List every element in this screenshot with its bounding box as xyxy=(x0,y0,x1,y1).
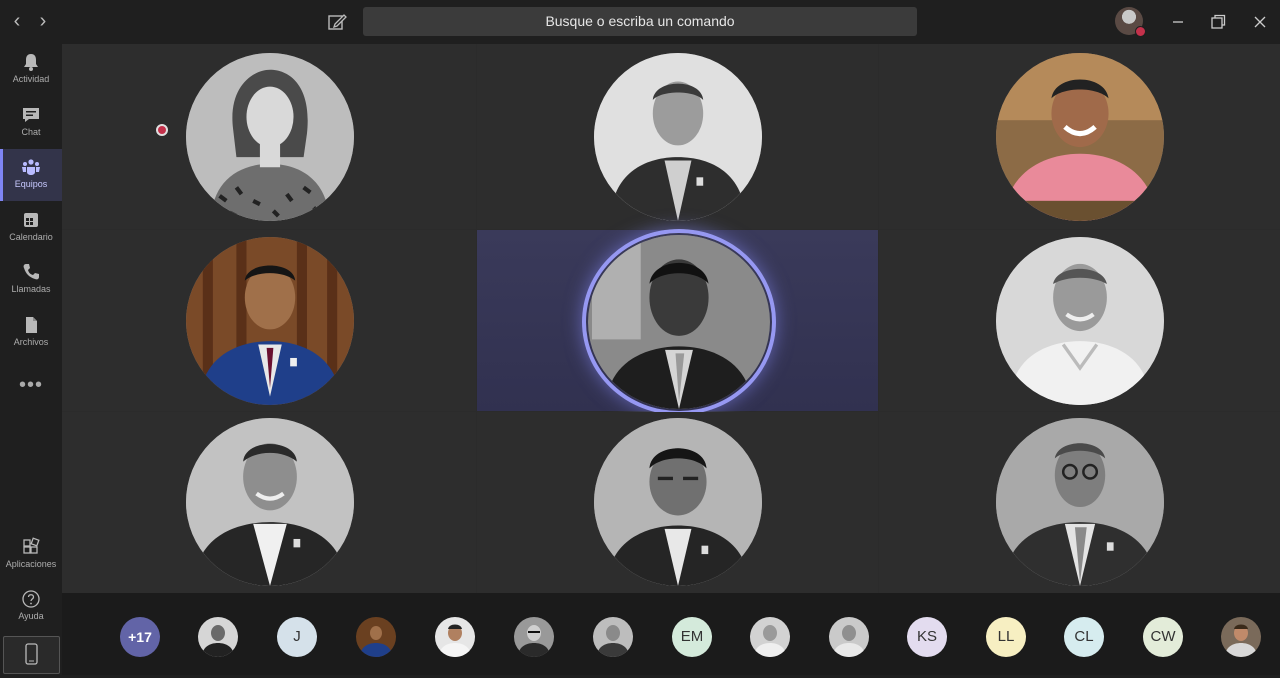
teams-icon xyxy=(21,157,41,177)
roster-avatar-initials[interactable]: KS xyxy=(907,617,947,657)
rail-item-teams[interactable]: Equipos xyxy=(0,149,62,201)
roster-avatar-photo[interactable] xyxy=(750,617,790,657)
chat-icon xyxy=(21,105,41,125)
files-icon xyxy=(21,315,41,335)
participant-tile[interactable] xyxy=(62,44,476,229)
participant-tile[interactable] xyxy=(879,230,1280,411)
bell-icon xyxy=(21,52,41,72)
app-rail: Actividad Chat Equipos Calendario Llamad… xyxy=(0,44,62,675)
apps-icon xyxy=(21,537,41,557)
participant-avatar xyxy=(594,418,762,586)
rail-item-label: Chat xyxy=(21,127,41,137)
rail-item-files[interactable]: Archivos xyxy=(0,307,62,359)
roster-avatar-photo[interactable] xyxy=(593,617,633,657)
participant-avatar xyxy=(186,418,354,586)
rail-item-label: Ayuda xyxy=(18,611,44,621)
help-icon xyxy=(21,589,41,609)
roster-avatar-initials[interactable]: J xyxy=(277,617,317,657)
roster-avatar-photo[interactable] xyxy=(198,617,238,657)
roster-avatar-photo[interactable] xyxy=(514,617,554,657)
participant-tile[interactable] xyxy=(879,412,1280,593)
minimize-icon[interactable] xyxy=(1168,12,1188,32)
chevron-right-icon[interactable]: › xyxy=(32,10,54,32)
participant-avatar xyxy=(186,237,354,405)
rail-item-label: Calendario xyxy=(9,232,53,242)
rail-item-help[interactable]: Ayuda xyxy=(0,581,62,633)
roster-avatar-initials[interactable]: EM xyxy=(672,617,712,657)
participant-tile[interactable] xyxy=(879,44,1280,229)
rail-item-label: Actividad xyxy=(12,74,50,84)
mobile-device-icon[interactable] xyxy=(3,636,60,674)
compose-icon[interactable] xyxy=(326,11,348,33)
participant-tile[interactable] xyxy=(62,412,476,593)
more-apps-icon[interactable]: ••• xyxy=(0,374,62,397)
participant-avatar xyxy=(996,237,1164,405)
participant-avatar xyxy=(996,418,1164,586)
close-icon[interactable] xyxy=(1250,12,1270,32)
video-stage xyxy=(62,44,1280,593)
participant-tile-speaking[interactable] xyxy=(477,229,878,415)
roster-avatar-initials[interactable]: CW xyxy=(1143,617,1183,657)
roster-avatar-photo[interactable] xyxy=(1221,617,1261,657)
status-busy-icon xyxy=(1135,26,1146,37)
overflow-participants-button[interactable]: +17 xyxy=(120,617,160,657)
roster-avatar-photo[interactable] xyxy=(829,617,869,657)
restore-icon[interactable] xyxy=(1208,12,1228,32)
roster-avatar-initials[interactable]: CL xyxy=(1064,617,1104,657)
phone-icon xyxy=(21,262,41,282)
participant-tile[interactable] xyxy=(477,44,878,229)
recording-indicator xyxy=(156,124,168,136)
rail-item-label: Llamadas xyxy=(11,284,51,294)
rail-item-calendar[interactable]: Calendario xyxy=(0,202,62,254)
rail-item-activity[interactable]: Actividad xyxy=(0,44,62,96)
participant-roster: +17 J EM KS LL CL CW xyxy=(62,593,1280,675)
participant-tile[interactable] xyxy=(62,230,476,411)
participant-avatar xyxy=(588,235,770,409)
roster-avatar-photo[interactable] xyxy=(356,617,396,657)
chevron-left-icon[interactable]: ‹ xyxy=(6,10,28,32)
roster-avatar-photo[interactable] xyxy=(435,617,475,657)
participant-avatar xyxy=(186,53,354,221)
search-input[interactable]: Busque o escriba un comando xyxy=(363,7,917,36)
rail-item-label: Equipos xyxy=(14,179,48,189)
participant-avatar xyxy=(594,53,762,221)
participant-tile[interactable] xyxy=(477,412,878,593)
rail-item-apps[interactable]: Aplicaciones xyxy=(0,529,62,581)
rail-item-label: Aplicaciones xyxy=(5,559,57,569)
rail-item-chat[interactable]: Chat xyxy=(0,97,62,149)
calendar-icon xyxy=(21,210,41,230)
rail-item-calls[interactable]: Llamadas xyxy=(0,254,62,306)
participant-avatar xyxy=(996,53,1164,221)
rail-item-label: Archivos xyxy=(13,337,49,347)
title-bar: ‹ › Busque o escriba un comando xyxy=(0,0,1280,44)
roster-avatar-initials[interactable]: LL xyxy=(986,617,1026,657)
